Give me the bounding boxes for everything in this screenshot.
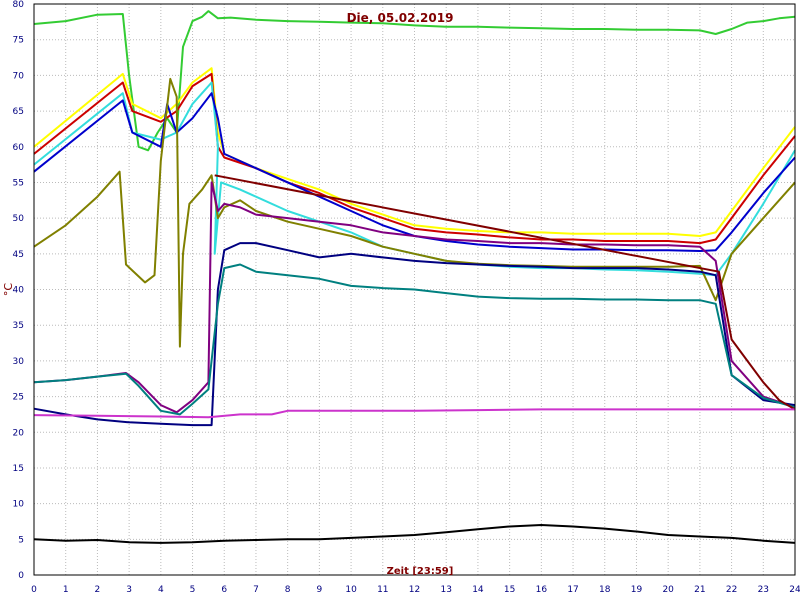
x-tick-label: 18 <box>599 585 611 595</box>
x-tick-label: 12 <box>409 585 420 595</box>
x-tick-label: 10 <box>345 585 357 595</box>
y-tick-label: 55 <box>13 178 24 188</box>
y-axis-label: °C <box>2 283 15 297</box>
y-tick-label: 50 <box>13 214 25 224</box>
y-tick-label: 0 <box>18 571 24 581</box>
x-tick-label: 6 <box>221 585 227 595</box>
x-tick-label: 22 <box>726 585 737 595</box>
y-tick-label: 35 <box>13 321 24 331</box>
y-tick-label: 30 <box>13 357 25 367</box>
y-tick-label: 60 <box>13 143 25 153</box>
x-tick-label: 3 <box>126 585 132 595</box>
x-tick-label: 15 <box>504 585 515 595</box>
x-axis-label: Zeit [23:59] <box>387 566 454 577</box>
x-tick-label: 5 <box>190 585 196 595</box>
x-tick-label: 2 <box>95 585 101 595</box>
x-tick-label: 17 <box>567 585 578 595</box>
x-tick-label: 16 <box>536 585 548 595</box>
x-tick-label: 13 <box>440 585 451 595</box>
y-tick-label: 70 <box>13 71 25 81</box>
x-tick-label: 7 <box>253 585 259 595</box>
x-tick-label: 0 <box>31 585 37 595</box>
x-tick-label: 1 <box>63 585 69 595</box>
y-tick-label: 20 <box>13 428 25 438</box>
x-tick-label: 11 <box>377 585 388 595</box>
chart: 0 1 2 3 4 5 6 7 8 9 10 11 12 13 14 15 16 17 18 19 20 21 22 23 24… <box>0 0 800 600</box>
y-tick-label: 45 <box>13 250 24 260</box>
y-tick-label: 15 <box>13 464 24 474</box>
x-tick-label: 19 <box>631 585 643 595</box>
y-tick-label: 80 <box>13 0 25 10</box>
y-tick-label: 75 <box>13 36 24 46</box>
y-tick-label: 5 <box>18 535 24 545</box>
chart-title: Die, 05.02.2019 <box>347 11 454 25</box>
y-tick-label: 25 <box>13 393 24 403</box>
x-tick-label: 9 <box>317 585 323 595</box>
x-tick-label: 8 <box>285 585 291 595</box>
x-tick-label: 4 <box>158 585 164 595</box>
chart-svg: 0 1 2 3 4 5 6 7 8 9 10 11 12 13 14 15 16 17 18 19 20 21 22 23 24… <box>0 0 800 600</box>
x-tick-label: 20 <box>662 585 674 595</box>
y-tick-label: 10 <box>13 500 25 510</box>
x-tick-label: 23 <box>758 585 769 595</box>
x-tick-label: 24 <box>789 585 800 595</box>
x-tick-label: 14 <box>472 585 484 595</box>
x-tick-label: 21 <box>694 585 705 595</box>
y-tick-label: 65 <box>13 107 24 117</box>
